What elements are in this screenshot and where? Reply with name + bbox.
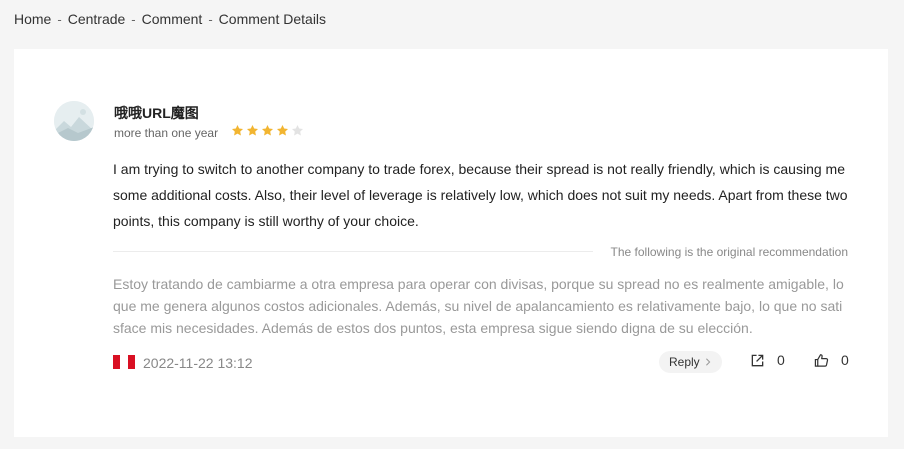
avatar-image [54, 101, 94, 141]
original-label: The following is the original recommenda… [610, 245, 848, 259]
star-icon [291, 124, 304, 136]
like-count: 0 [841, 352, 849, 368]
flag-stripe [120, 355, 128, 369]
share-button[interactable]: 0 [750, 352, 785, 368]
username[interactable]: 哦哦URL魔图 [114, 103, 199, 123]
breadcrumb-separator: - [208, 11, 213, 27]
flag-stripe [127, 355, 135, 369]
breadcrumb-current: Comment Details [218, 11, 327, 27]
breadcrumb: Home - Centrade - Comment - Comment Deta… [14, 11, 326, 27]
chevron-right-icon [705, 358, 711, 366]
divider [113, 251, 593, 252]
star-icon [261, 124, 274, 136]
comment-card: 哦哦URL魔图 more than one year I am trying t… [14, 49, 888, 437]
like-button[interactable]: 0 [814, 352, 849, 368]
reply-label: Reply [669, 355, 700, 369]
breadcrumb-home[interactable]: Home [14, 11, 51, 27]
star-icon [276, 124, 289, 136]
peru-flag-icon [113, 355, 135, 369]
original-content: Estoy tratando de cambiarme a otra empre… [113, 276, 844, 336]
comment-content: I am trying to switch to another company… [113, 161, 848, 229]
comment-date: 2022-11-22 13:12 [143, 355, 253, 371]
breadcrumb-comment[interactable]: Comment [142, 11, 203, 27]
breadcrumb-broker[interactable]: Centrade [68, 11, 126, 27]
breadcrumb-separator: - [57, 11, 62, 27]
avatar[interactable] [54, 101, 94, 141]
reply-button[interactable]: Reply [659, 351, 722, 373]
flag-stripe [113, 355, 121, 369]
comment-time: more than one year [114, 126, 219, 140]
breadcrumb-separator: - [131, 11, 136, 27]
share-icon [751, 354, 764, 366]
share-count: 0 [777, 352, 785, 368]
star-icon [246, 124, 259, 136]
star-icon [231, 124, 244, 136]
rating-stars [231, 124, 304, 137]
thumbs-up-icon [814, 353, 829, 367]
